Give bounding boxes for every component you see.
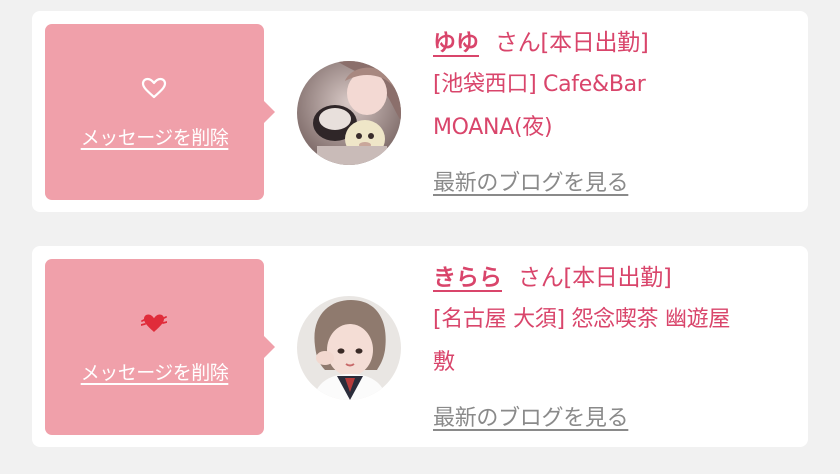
delete-message-button[interactable]: メッセージを削除 bbox=[45, 24, 275, 200]
cast-status: さん[本日出勤] bbox=[518, 265, 672, 291]
heart-filled-icon bbox=[141, 312, 167, 334]
cast-info: きらら さん[本日出勤] [名古屋 大須] 怨念喫茶 幽遊屋 敷 bbox=[433, 258, 803, 384]
cast-info: ゆゆ さん[本日出勤] [池袋西口] Cafe&Bar MOANA(夜) bbox=[433, 23, 803, 149]
shop-name-line2: 敷 bbox=[433, 350, 455, 375]
delete-message-label: メッセージを削除 bbox=[80, 127, 229, 149]
delete-message-button[interactable]: メッセージを削除 bbox=[45, 259, 275, 435]
cast-status: さん[本日出勤] bbox=[495, 30, 649, 56]
avatar[interactable] bbox=[297, 61, 401, 165]
name-line: ゆゆ さん[本日出勤] bbox=[433, 23, 803, 63]
cast-name-link[interactable]: ゆゆ bbox=[433, 30, 479, 56]
name-line: きらら さん[本日出勤] bbox=[433, 258, 803, 298]
favorites-list: メッセージを削除 ゆゆ さん[本日出勤] [池袋西口] Cafe&Bar MOA… bbox=[0, 0, 840, 474]
shop-name-line1: [池袋西口] Cafe&Bar bbox=[433, 72, 646, 97]
heart-outline-icon bbox=[141, 77, 167, 99]
shop-name-line2: MOANA(夜) bbox=[433, 115, 553, 140]
favorite-card: メッセージを削除 ゆゆ さん[本日出勤] [池袋西口] Cafe&Bar MOA… bbox=[32, 11, 808, 212]
latest-blog-link[interactable]: 最新のブログを見る bbox=[433, 165, 629, 197]
favorite-card: メッセージを削除 きらら さん[本日出勤] [名古屋 大須] 怨念喫茶 幽遊屋 … bbox=[32, 246, 808, 447]
delete-message-label: メッセージを削除 bbox=[80, 362, 229, 384]
latest-blog-link[interactable]: 最新のブログを見る bbox=[433, 400, 629, 432]
shop-name-line1: [名古屋 大須] 怨念喫茶 幽遊屋 bbox=[433, 307, 731, 332]
avatar[interactable] bbox=[297, 296, 401, 400]
cast-name-link[interactable]: きらら bbox=[433, 265, 502, 291]
